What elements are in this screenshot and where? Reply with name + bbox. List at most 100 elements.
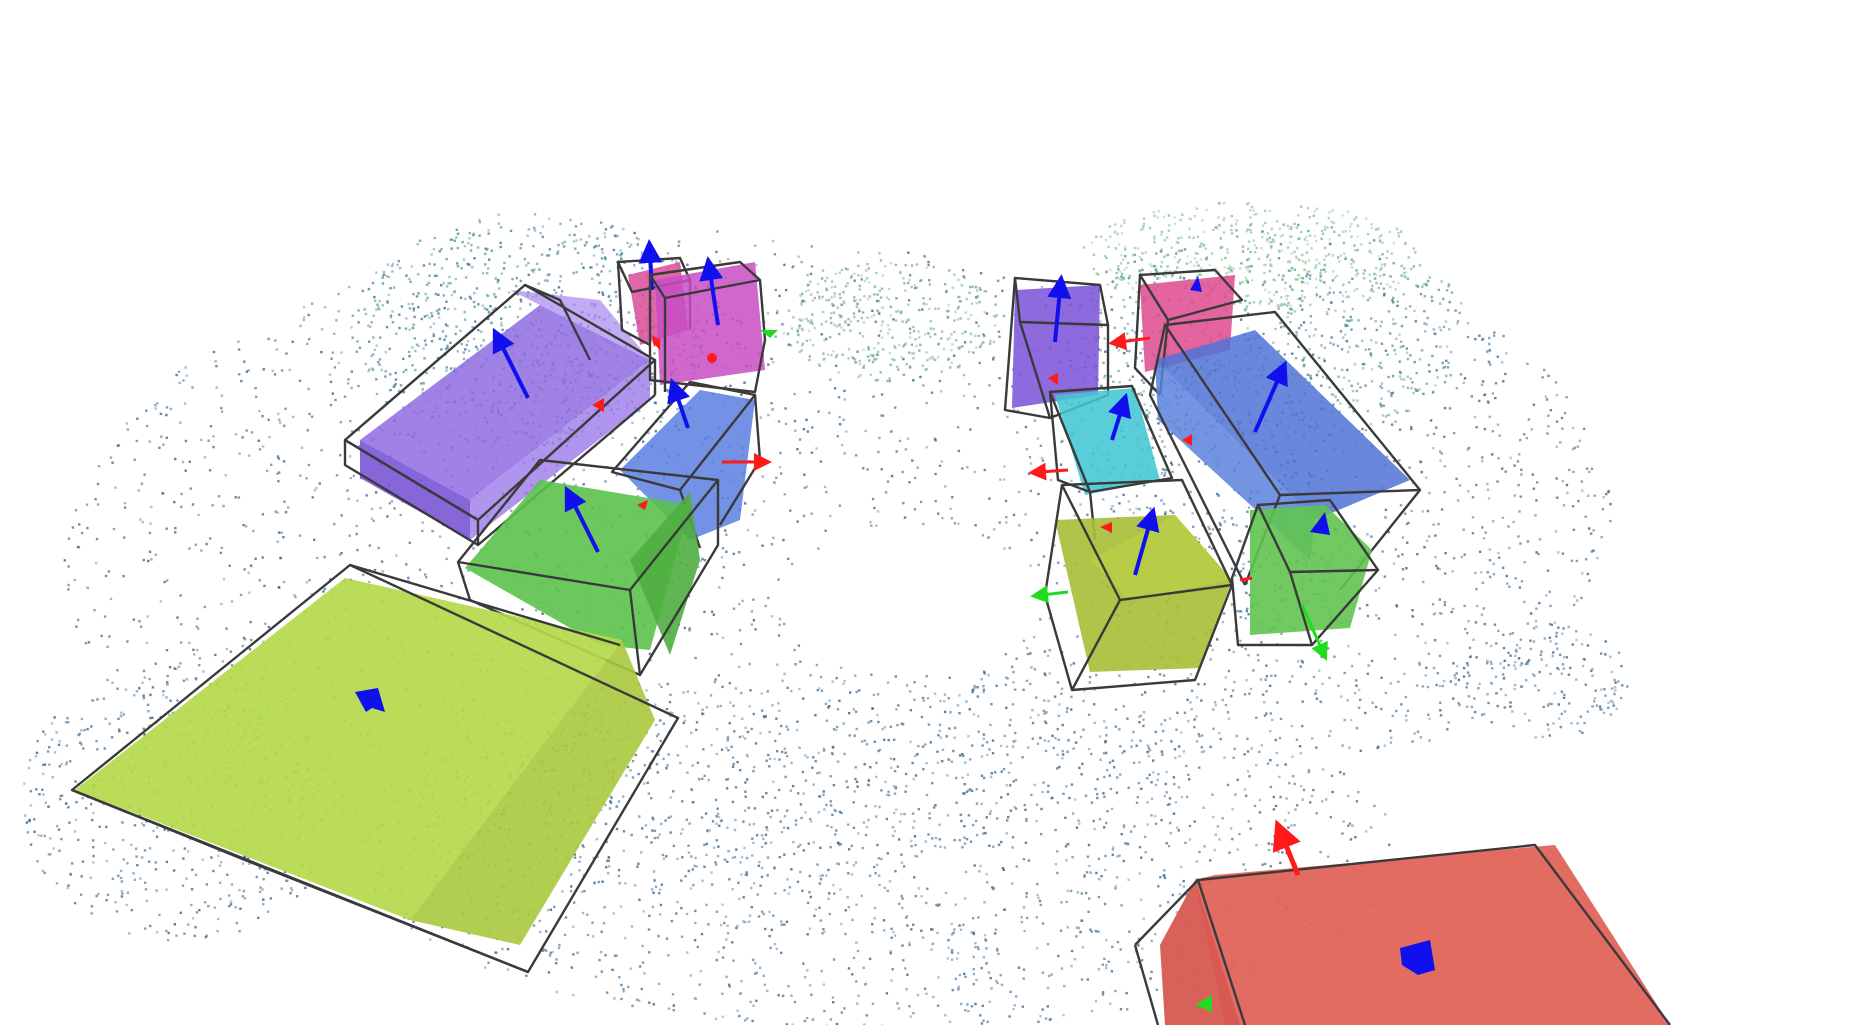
cloud-point [748,662,751,666]
cloud-point [973,395,976,398]
cloud-point [413,315,416,319]
cloud-point [173,500,176,504]
cloud-point [1481,459,1484,463]
cloud-point [987,673,990,677]
cloud-point [950,948,954,952]
cloud-point [1141,947,1144,950]
cloud-point [351,336,354,339]
cloud-point [740,393,743,396]
3d-scene-canvas[interactable] [0,0,1853,1025]
cloud-point [1235,734,1238,738]
cloud-point [1493,623,1497,626]
cloud-point [1063,984,1066,988]
cloud-point [855,690,858,694]
cloud-point [67,537,71,540]
cloud-point [726,931,730,935]
cloud-point [676,407,679,411]
cloud-point [916,466,919,469]
cloud-point [839,888,842,891]
cloud-point [331,392,334,395]
cloud-point [1038,899,1042,903]
cloud-point [1401,568,1405,571]
cloud-point [877,450,880,454]
cloud-point [1415,684,1419,687]
cloud-point [1029,462,1033,465]
cloud-point [1114,885,1118,888]
cloud-point [1568,468,1571,472]
cloud-point [1025,817,1028,821]
cloud-point [715,910,719,913]
cloud-point [1366,672,1369,675]
cloud-point [1140,856,1143,859]
cloud-point [943,710,947,714]
cloud-point [829,775,832,778]
cloud-point [712,846,716,849]
cloud-point [1471,532,1475,535]
cloud-point [975,978,978,982]
cloud-point [636,865,639,868]
cloud-point [818,882,821,885]
cloud-point [1280,632,1283,635]
cloud-point [720,924,723,927]
cloud-point [746,730,750,734]
cloud-point [845,430,848,433]
cloud-point [1035,803,1039,806]
cloud-point [1580,480,1583,483]
cloud-point [582,483,585,486]
cloud-point [1269,865,1272,868]
cloud-point [1472,638,1475,641]
cloud-point [1467,465,1471,468]
cloud-point [582,468,585,472]
cloud-point [165,649,169,652]
cloud-point [1486,350,1489,353]
cloud-point [356,499,359,502]
cloud-point [307,387,310,391]
cloud-point [838,699,841,702]
scene-viewport[interactable] [0,0,1853,1025]
cloud-point [1208,545,1211,549]
cloud-point [1180,731,1183,734]
cloud-point [266,469,269,473]
cloud-point [958,973,962,977]
cloud-point [376,303,379,306]
cloud-point [753,807,757,810]
cloud-point [1072,747,1075,750]
cloud-point [727,983,731,986]
cloud-point [913,876,916,879]
cloud-point [957,985,960,989]
cloud-point [694,921,697,925]
cloud-point [1080,919,1083,922]
cloud-point [689,974,692,977]
cloud-point [766,874,769,877]
cloud-point [879,259,883,262]
cloud-point [1480,571,1483,574]
cloud-point [558,943,561,947]
cloud-point [459,296,463,299]
cloud-point [1248,692,1251,695]
cloud-point [1555,496,1558,499]
cloud-point [908,481,911,484]
cloud-point [1239,639,1242,643]
cloud-point [1035,531,1039,535]
cloud-point [1097,878,1101,881]
cloud-point [1454,309,1457,312]
cloud-point [1391,714,1394,718]
cloud-point [794,429,797,432]
cloud-point [1587,494,1590,497]
cloud-point [822,790,825,793]
cloud-point [714,1017,718,1021]
cloud-point [1149,977,1152,980]
cloud-point [348,285,351,289]
cloud-point [829,800,832,803]
cloud-point [987,536,990,539]
cloud-point [1142,718,1145,721]
cloud-point [890,979,893,982]
cloud-point [1043,672,1046,675]
cloud-point [161,492,165,495]
cloud-point [968,708,971,711]
cloud-point [1530,428,1533,431]
cloud-point [1094,929,1098,933]
cloud-point [1039,444,1043,447]
cloud-point [267,625,270,629]
cloud-point [1103,775,1106,779]
